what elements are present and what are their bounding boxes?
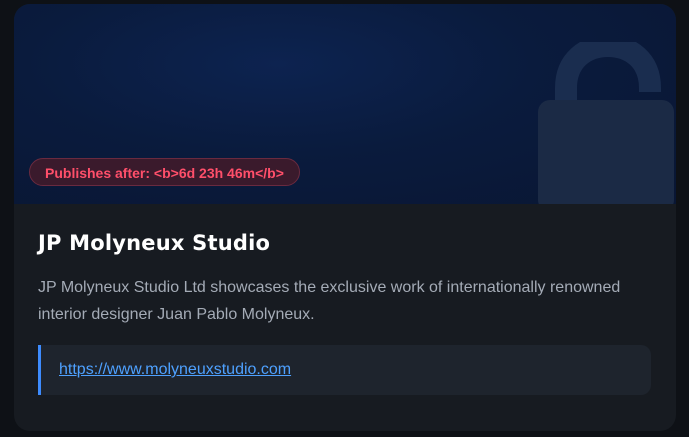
card-title: JP Molyneux Studio (38, 231, 271, 255)
lock-open-icon (538, 42, 674, 204)
card-hero: Publishes after: <b>6d 23h 46m</b> (14, 4, 676, 204)
card-description: JP Molyneux Studio Ltd showcases the exc… (38, 279, 621, 323)
publish-countdown-badge: Publishes after: <b>6d 23h 46m</b> (29, 158, 300, 186)
website-link[interactable]: https://www.molyneuxstudio.com (59, 360, 291, 380)
project-card: Publishes after: <b>6d 23h 46m</b> JP Mo… (14, 4, 676, 431)
link-box: https://www.molyneuxstudio.com (38, 345, 651, 395)
card-body: JP Molyneux Studio JP Molyneux Studio Lt… (14, 204, 676, 431)
